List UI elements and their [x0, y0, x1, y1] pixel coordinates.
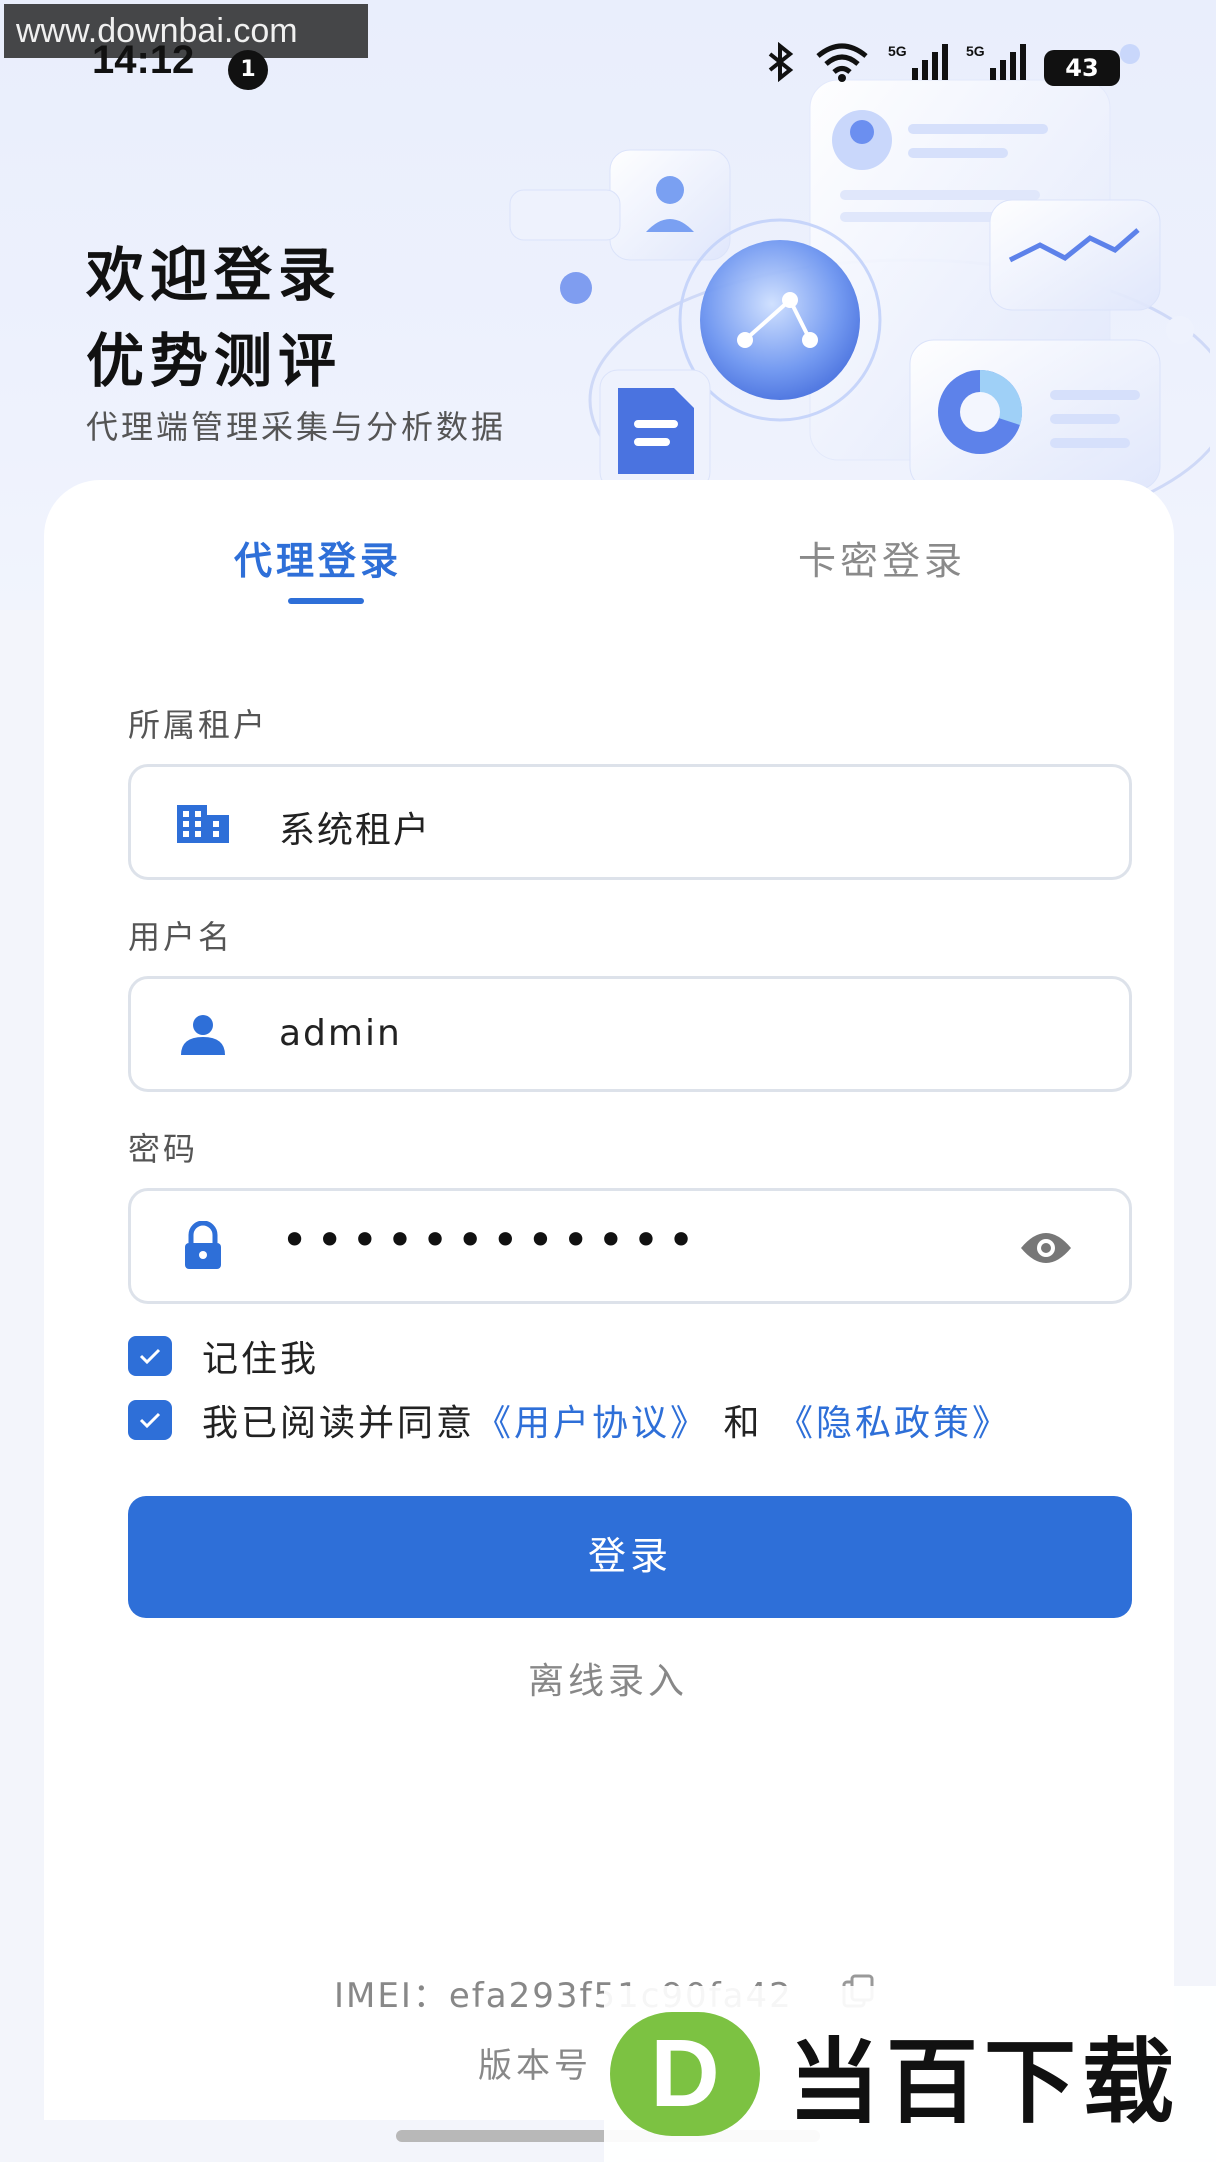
login-button[interactable]: 登录	[128, 1496, 1132, 1618]
user-icon	[181, 1015, 225, 1055]
status-icons: 5G 5G 43	[766, 41, 1120, 93]
lock-icon	[185, 1221, 221, 1269]
privacy-policy-link[interactable]: 《隐私政策》	[777, 1403, 1011, 1444]
agreement-and: 和	[723, 1403, 763, 1444]
notification-badge: 1	[228, 50, 268, 90]
brand-logo: D	[610, 2012, 760, 2136]
eye-icon[interactable]	[1019, 1229, 1073, 1267]
password-value: ••••••••••••	[281, 1213, 703, 1267]
check-icon	[139, 1348, 161, 1364]
tenant-value: 系统租户	[279, 810, 432, 851]
offline-entry-link[interactable]: 离线录入	[0, 1652, 1216, 1704]
remember-me-checkbox[interactable]	[128, 1336, 172, 1376]
remember-me-row[interactable]: 记住我	[128, 1330, 319, 1382]
signal-icon-1: 5G	[888, 42, 948, 93]
tenant-label: 所属租户	[128, 706, 269, 744]
tab-active-indicator	[288, 598, 364, 604]
wifi-icon	[814, 42, 870, 93]
agreement-row: 我已阅读并同意《用户协议》 和 《隐私政策》	[128, 1394, 1011, 1446]
tenant-select[interactable]: 系统租户	[128, 764, 1132, 880]
brand-watermark: D 当百下载	[604, 1986, 1216, 2162]
agreement-prefix: 我已阅读并同意	[202, 1403, 476, 1444]
version-label: 版本号	[478, 2046, 592, 2086]
brand-name: 当百下载	[788, 2028, 1181, 2136]
building-icon	[177, 805, 229, 843]
remember-me-label: 记住我	[202, 1339, 320, 1380]
signal-1-label: 5G	[888, 43, 907, 59]
tab-card-login[interactable]: 卡密登录	[798, 530, 966, 585]
tab-agent-login[interactable]: 代理登录	[234, 530, 402, 585]
welcome-subtitle: 代理端管理采集与分析数据	[86, 408, 507, 446]
app-title: 优势测评	[86, 327, 343, 395]
status-time: 14:12	[92, 38, 195, 82]
password-label: 密码	[128, 1130, 199, 1168]
username-value: admin	[279, 1013, 402, 1054]
agreement-checkbox[interactable]	[128, 1400, 172, 1440]
check-icon	[139, 1412, 161, 1428]
battery-indicator: 43	[1044, 49, 1120, 86]
username-label: 用户名	[128, 918, 234, 956]
bluetooth-icon	[766, 41, 796, 93]
user-agreement-link[interactable]: 《用户协议》	[475, 1403, 709, 1444]
password-field[interactable]: ••••••••••••	[128, 1188, 1132, 1304]
signal-2-label: 5G	[966, 43, 985, 59]
welcome-title: 欢迎登录	[86, 241, 343, 309]
signal-icon-2: 5G	[966, 42, 1026, 93]
username-field[interactable]: admin	[128, 976, 1132, 1092]
